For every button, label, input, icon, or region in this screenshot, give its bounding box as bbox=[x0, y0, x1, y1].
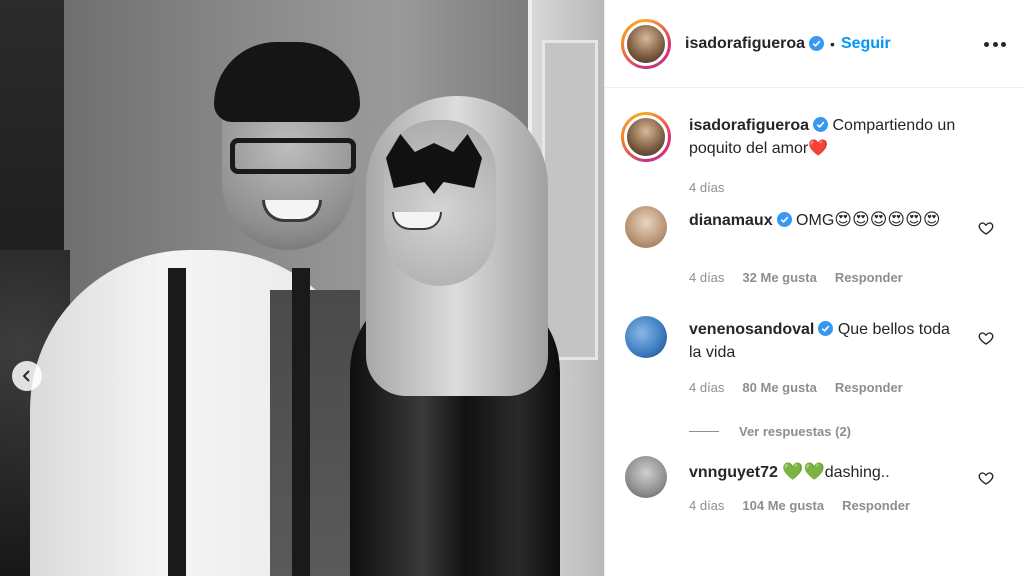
comment-emojis: 😍😍😍😍😍😍 bbox=[834, 210, 941, 229]
previous-photo-button[interactable] bbox=[12, 361, 42, 391]
follow-button[interactable]: Seguir bbox=[841, 35, 891, 53]
post-caption: isadorafigueroa Compartiendo un poquito … bbox=[605, 88, 1024, 206]
comment-text: OMG bbox=[796, 212, 835, 229]
commenter-avatar[interactable] bbox=[625, 456, 667, 498]
caption-time: 4 días bbox=[689, 180, 725, 195]
comment-meta: 4 días 104 Me gusta Responder bbox=[689, 498, 910, 513]
verified-badge-icon bbox=[776, 212, 792, 227]
header-user-info: isadorafigueroa • Seguir bbox=[685, 35, 891, 53]
caption-body: isadorafigueroa Compartiendo un poquito … bbox=[689, 114, 989, 199]
reply-button[interactable]: Responder bbox=[842, 498, 910, 513]
suspender-left bbox=[168, 268, 186, 576]
comment-text: dashing.. bbox=[824, 464, 890, 481]
view-replies-button[interactable]: Ver respuestas (2) bbox=[689, 424, 851, 439]
comment-item: vnnguyet72 💚💚dashing.. 4 días 104 Me gus… bbox=[605, 456, 1024, 536]
comment-likes[interactable]: 32 Me gusta bbox=[742, 270, 816, 285]
commenter-avatar[interactable] bbox=[625, 206, 667, 248]
comment-username[interactable]: vnnguyet72 bbox=[689, 464, 778, 481]
comment-body: vnnguyet72 💚💚dashing.. bbox=[689, 460, 965, 484]
chevron-left-icon bbox=[22, 370, 30, 382]
author-avatar[interactable] bbox=[621, 18, 671, 69]
replies-divider bbox=[689, 431, 719, 432]
heart-outline-icon[interactable] bbox=[978, 470, 994, 486]
comment-item: venenosandoval Que bellos toda la vida 4… bbox=[605, 316, 1024, 456]
comment-item: dianamaux OMG😍😍😍😍😍😍 4 días 32 Me gusta R… bbox=[605, 206, 1024, 316]
caption-avatar[interactable] bbox=[621, 112, 671, 162]
comment-username[interactable]: venenosandoval bbox=[689, 321, 814, 338]
man-undershirt bbox=[270, 290, 360, 576]
comment-time: 4 días bbox=[689, 380, 725, 395]
header-separator: • bbox=[830, 35, 835, 52]
verified-badge-icon bbox=[813, 117, 829, 132]
photo-door-panel bbox=[542, 40, 598, 360]
heart-outline-icon[interactable] bbox=[978, 220, 994, 236]
comment-likes[interactable]: 104 Me gusta bbox=[742, 498, 824, 513]
man-glasses bbox=[230, 138, 356, 174]
caption-heart-emoji: ❤️ bbox=[808, 140, 829, 157]
comment-likes[interactable]: 80 Me gusta bbox=[742, 380, 816, 395]
comment-body: dianamaux OMG😍😍😍😍😍😍 bbox=[689, 208, 965, 232]
author-username[interactable]: isadorafigueroa bbox=[685, 35, 805, 53]
comment-time: 4 días bbox=[689, 270, 725, 285]
post-header: isadorafigueroa • Seguir bbox=[605, 0, 1024, 88]
reply-button[interactable]: Responder bbox=[835, 380, 903, 395]
commenter-avatar[interactable] bbox=[625, 316, 667, 358]
comment-username[interactable]: dianamaux bbox=[689, 212, 773, 229]
woman-mask bbox=[386, 134, 482, 194]
comment-body: venenosandoval Que bellos toda la vida bbox=[689, 318, 965, 364]
comment-meta: 4 días 32 Me gusta Responder bbox=[689, 270, 903, 285]
comment-emojis: 💚💚 bbox=[782, 462, 825, 481]
verified-badge-icon bbox=[809, 36, 825, 51]
comment-meta: 4 días 80 Me gusta Responder bbox=[689, 380, 903, 395]
view-replies-label: Ver respuestas (2) bbox=[739, 424, 852, 439]
more-options-icon[interactable] bbox=[984, 34, 1006, 54]
caption-username[interactable]: isadorafigueroa bbox=[689, 117, 809, 134]
reply-button[interactable]: Responder bbox=[835, 270, 903, 285]
verified-badge-icon bbox=[818, 321, 834, 336]
heart-outline-icon[interactable] bbox=[978, 330, 994, 346]
post-side-panel: isadorafigueroa • Seguir isadorafigueroa… bbox=[604, 0, 1024, 576]
comment-time: 4 días bbox=[689, 498, 725, 513]
post-photo bbox=[0, 0, 604, 576]
suspender-right bbox=[292, 268, 310, 576]
